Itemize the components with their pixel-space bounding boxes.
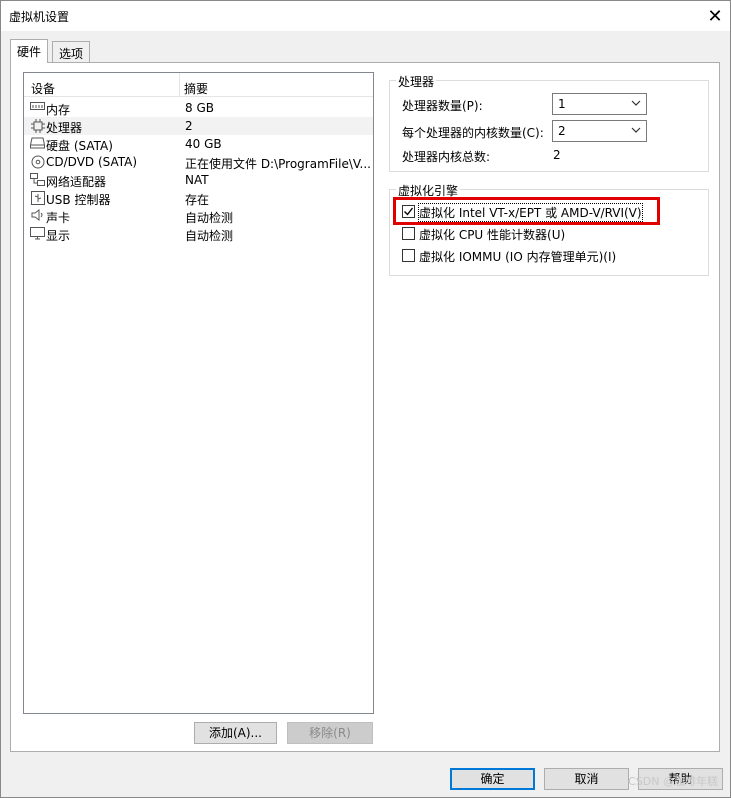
tab-options[interactable]: 选项 [52, 41, 91, 63]
virtualize-cpu-counters-label: 虚拟化 CPU 性能计数器(U) [419, 228, 566, 242]
device-row-sound-card[interactable]: 声卡 自动检测 [24, 207, 373, 225]
device-list-header: 设备 摘要 [24, 73, 373, 97]
virtualize-cpu-counters-checkbox[interactable] [402, 227, 415, 240]
chevron-down-icon [630, 124, 642, 136]
total-cores-value: 2 [553, 148, 561, 162]
device-name: 硬盘 (SATA) [46, 139, 113, 153]
device-name: 显示 [46, 229, 71, 243]
close-icon: ✕ [707, 5, 723, 27]
usb-controller-icon [30, 191, 45, 205]
device-list[interactable]: 设备 摘要 内存 8 GB 处理器 2 硬盘 (SATA) 40 GB CD/D… [23, 72, 374, 714]
device-summary: 自动检测 [185, 229, 234, 243]
total-cores-label: 处理器内核总数: [402, 150, 491, 164]
tab-options-label: 选项 [59, 47, 84, 61]
watermark-text: CSDN @咖啡年糕 [628, 775, 718, 788]
display-icon [30, 227, 45, 240]
device-name: USB 控制器 [46, 193, 111, 207]
device-name: 网络适配器 [46, 175, 107, 189]
cores-per-processor-value: 2 [558, 124, 566, 138]
device-row-usb-controller[interactable]: USB 控制器 存在 [24, 189, 373, 207]
memory-icon [30, 101, 45, 114]
device-row-processor[interactable]: 处理器 2 [24, 117, 373, 135]
column-header-device[interactable]: 设备 [31, 80, 55, 97]
ok-button[interactable]: 确定 [450, 768, 535, 790]
vm-settings-window: 虚拟机设置 ✕ 硬件 选项 设备 摘要 内存 8 GB 处理器 2 硬盘 (SA… [0, 0, 731, 798]
device-name: CD/DVD (SATA) [46, 155, 138, 169]
processor-count-select[interactable]: 1 [552, 93, 647, 115]
remove-hardware-button[interactable]: 移除(R) [287, 722, 373, 744]
device-summary: 正在使用文件 D:\ProgramFile\V... [185, 157, 370, 171]
red-annotation-highlight [393, 197, 660, 225]
harddisk-icon [30, 137, 45, 150]
close-button[interactable]: ✕ [700, 1, 730, 31]
device-summary: 存在 [185, 193, 210, 207]
device-row-network-adapter[interactable]: 网络适配器 NAT [24, 171, 373, 189]
processor-icon [30, 119, 45, 133]
device-row-display[interactable]: 显示 自动检测 [24, 225, 373, 243]
device-row-cd-dvd[interactable]: CD/DVD (SATA) 正在使用文件 D:\ProgramFile\V... [24, 153, 373, 171]
processor-group-title: 处理器 [396, 73, 437, 90]
column-header-summary[interactable]: 摘要 [184, 80, 208, 97]
device-summary: NAT [185, 173, 209, 187]
device-summary: 2 [185, 119, 193, 133]
cd-dvd-icon [30, 155, 45, 169]
cores-per-processor-label: 每个处理器的内核数量(C): [402, 126, 544, 140]
processor-count-label: 处理器数量(P): [402, 99, 483, 113]
add-hardware-button[interactable]: 添加(A)... [194, 722, 277, 744]
network-adapter-icon [30, 173, 45, 186]
device-name: 处理器 [46, 121, 83, 135]
device-row-harddisk[interactable]: 硬盘 (SATA) 40 GB [24, 135, 373, 153]
device-summary: 40 GB [185, 137, 222, 151]
virtualize-iommu-checkbox[interactable] [402, 249, 415, 262]
device-name: 内存 [46, 103, 71, 117]
window-title: 虚拟机设置 [9, 10, 70, 24]
title-bar: 虚拟机设置 ✕ [1, 1, 730, 31]
cancel-button[interactable]: 取消 [544, 768, 629, 790]
chevron-down-icon [630, 97, 642, 109]
sound-card-icon [30, 209, 45, 222]
tab-hardware-label: 硬件 [17, 45, 42, 59]
cores-per-processor-select[interactable]: 2 [552, 120, 647, 142]
device-summary: 自动检测 [185, 211, 234, 225]
tab-hardware[interactable]: 硬件 [10, 39, 49, 63]
column-separator[interactable] [179, 73, 180, 97]
device-summary: 8 GB [185, 101, 214, 115]
processor-count-value: 1 [558, 97, 566, 111]
device-row-memory[interactable]: 内存 8 GB [24, 99, 373, 117]
virtualize-iommu-label: 虚拟化 IOMMU (IO 内存管理单元)(I) [419, 250, 617, 264]
device-name: 声卡 [46, 211, 71, 225]
